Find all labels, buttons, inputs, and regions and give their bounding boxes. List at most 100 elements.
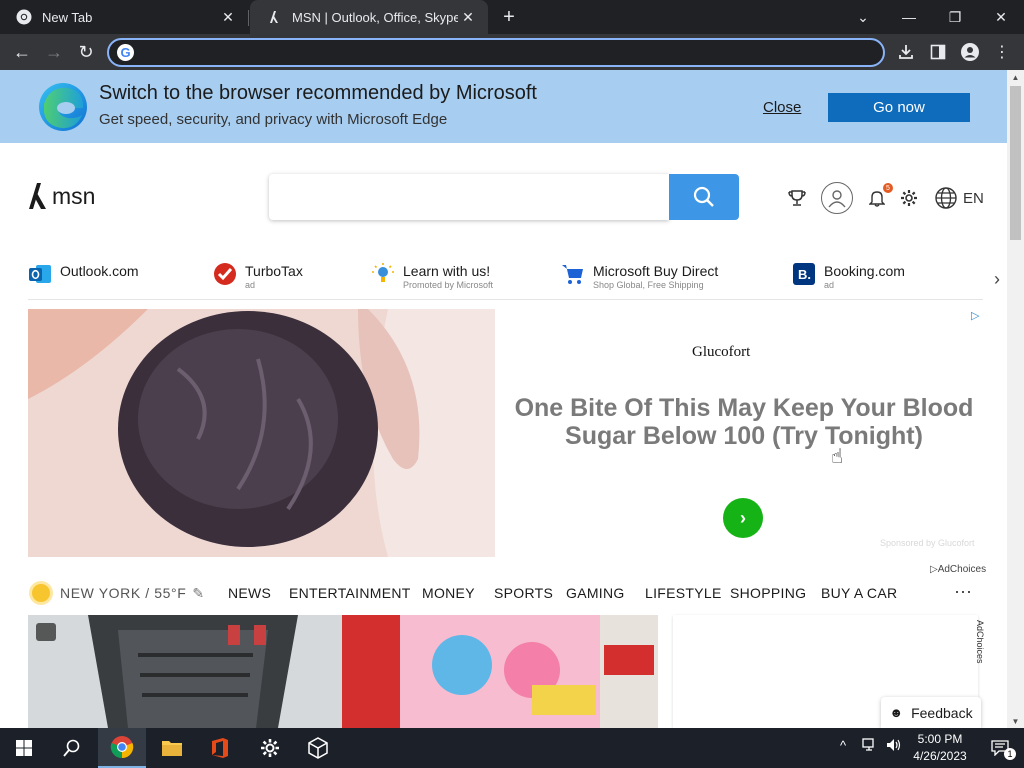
msn-favicon-icon xyxy=(266,9,282,25)
quick-link-label: TurboTax xyxy=(245,263,303,279)
nav-news[interactable]: NEWS xyxy=(228,585,271,601)
new-tab-button[interactable]: + xyxy=(498,6,520,28)
edit-pencil-icon[interactable]: ✎ xyxy=(192,585,204,602)
feedback-button[interactable]: ☻ Feedback xyxy=(881,697,981,728)
news-card-image[interactable] xyxy=(342,615,658,728)
quick-link-sublabel: ad xyxy=(824,280,835,290)
go-now-button[interactable]: Go now xyxy=(828,93,970,122)
nav-gaming[interactable]: GAMING xyxy=(566,585,625,601)
ad-brand: Glucofort xyxy=(692,344,751,360)
ad-info-icon[interactable]: ▷ xyxy=(971,309,979,322)
close-tab-icon[interactable]: ✕ xyxy=(458,7,478,27)
action-center-button[interactable]: 1 xyxy=(976,728,1024,768)
back-button[interactable]: ← xyxy=(8,38,36,66)
quick-link-buy-direct[interactable]: Microsoft Buy Direct Shop Global, Free S… xyxy=(561,262,718,290)
taskbar-search-button[interactable] xyxy=(48,728,96,768)
quick-link-learn[interactable]: Learn with us! Promoted by Microsoft xyxy=(371,262,493,290)
edge-logo-icon xyxy=(39,83,87,131)
taskbar-file-explorer[interactable] xyxy=(148,728,196,768)
download-icon[interactable] xyxy=(894,40,918,64)
tab-msn[interactable]: MSN | Outlook, Office, Skype, Bing ✕ xyxy=(250,0,488,34)
folder-icon xyxy=(162,741,182,756)
quick-link-label: Microsoft Buy Direct xyxy=(593,263,719,279)
msn-logo[interactable]: msn xyxy=(26,181,95,211)
network-icon[interactable] xyxy=(862,738,878,755)
tab-new-tab[interactable]: New Tab ✕ xyxy=(0,0,248,34)
ad-headline[interactable]: One Bite Of This May Keep Your Blood Sug… xyxy=(506,394,982,450)
weather-widget[interactable]: NEW YORK / 55°F ✎ xyxy=(32,584,205,602)
chrome-icon xyxy=(16,9,32,25)
taskbar-3d-viewer[interactable] xyxy=(294,728,342,768)
menu-icon[interactable]: ⋮ xyxy=(990,40,1014,64)
settings-gear-icon[interactable] xyxy=(898,187,920,209)
forward-button[interactable]: → xyxy=(40,38,68,66)
language-globe-icon[interactable] xyxy=(934,186,958,210)
side-panel-icon[interactable] xyxy=(926,40,950,64)
msn-butterfly-icon xyxy=(29,183,46,209)
tab-title: New Tab xyxy=(42,9,93,25)
nav-lifestyle[interactable]: LIFESTYLE xyxy=(645,585,722,601)
user-icon xyxy=(828,190,846,208)
ad-arrow-button[interactable]: › xyxy=(723,498,763,538)
outlook-icon xyxy=(28,262,52,286)
edge-promo-banner: Switch to the browser recommended by Mic… xyxy=(0,70,1007,143)
edge-banner-subtitle: Get speed, security, and privacy with Mi… xyxy=(99,111,448,128)
ad-image[interactable] xyxy=(28,309,495,557)
search-button[interactable] xyxy=(669,174,739,220)
show-hidden-icons-chevron-icon[interactable]: ^ xyxy=(840,738,846,753)
search-input[interactable] xyxy=(269,174,669,220)
edge-close-link[interactable]: Close xyxy=(763,99,801,116)
clock-date: 4/26/2023 xyxy=(913,749,967,763)
reload-button[interactable]: ↻ xyxy=(72,38,100,66)
minimize-button[interactable]: — xyxy=(886,0,932,34)
browser-tab-bar: New Tab ✕ MSN | Outlook, Office, Skype, … xyxy=(0,0,1024,34)
taskbar-chrome[interactable] xyxy=(98,728,146,768)
quick-links-next-chevron-icon[interactable]: › xyxy=(988,264,1006,294)
sign-in-avatar[interactable] xyxy=(821,182,853,214)
settings-gear-icon xyxy=(261,739,279,757)
page-scrollbar[interactable]: ▲ ▼ xyxy=(1007,70,1024,728)
rewards-trophy-icon[interactable] xyxy=(786,187,808,209)
news-card-image[interactable] xyxy=(28,615,342,728)
side-adchoices-label[interactable]: AdChoices xyxy=(975,620,985,664)
quick-link-turbotax[interactable]: TurboTax ad xyxy=(213,262,303,290)
address-input[interactable] xyxy=(143,42,863,63)
restore-button[interactable]: ❐ xyxy=(932,0,978,34)
nav-sports[interactable]: SPORTS xyxy=(494,585,553,601)
office-icon xyxy=(212,738,228,758)
profile-icon[interactable] xyxy=(958,40,982,64)
feedback-icon: ☻ xyxy=(889,705,904,720)
system-clock[interactable]: 5:00 PM 4/26/2023 xyxy=(908,731,972,765)
nav-shopping[interactable]: SHOPPING xyxy=(730,585,806,601)
quick-link-booking[interactable]: B. Booking.com ad xyxy=(792,262,905,290)
quick-link-outlook[interactable]: Outlook.com xyxy=(28,262,139,286)
scroll-up-icon[interactable]: ▲ xyxy=(1007,70,1024,84)
notification-count-badge: 5 xyxy=(883,183,893,193)
quick-link-label: Learn with us! xyxy=(403,263,491,279)
nav-buy-a-car[interactable]: BUY A CAR xyxy=(821,585,897,601)
scrollbar-thumb[interactable] xyxy=(1010,86,1021,240)
taskbar-office[interactable] xyxy=(196,728,244,768)
tab-separator xyxy=(248,10,249,26)
google-icon: G xyxy=(117,44,134,61)
booking-icon: B. xyxy=(792,262,816,286)
taskbar-settings[interactable] xyxy=(246,728,294,768)
nav-money[interactable]: MONEY xyxy=(422,585,475,601)
start-button[interactable] xyxy=(0,728,48,768)
more-options-icon[interactable]: ··· xyxy=(954,581,972,602)
chrome-icon xyxy=(110,736,134,759)
mouse-cursor-icon: ☝ xyxy=(831,446,844,468)
volume-icon[interactable] xyxy=(886,738,902,755)
close-tab-icon[interactable]: ✕ xyxy=(218,7,238,27)
nav-entertainment[interactable]: ENTERTAINMENT xyxy=(289,585,411,601)
lightbulb-icon xyxy=(371,262,395,286)
quick-link-sublabel: Shop Global, Free Shipping xyxy=(593,280,704,290)
adchoices-label[interactable]: ▷AdChoices xyxy=(930,564,986,575)
close-window-button[interactable]: ✕ xyxy=(978,0,1024,34)
quick-link-label: Booking.com xyxy=(824,263,905,279)
scroll-down-icon[interactable]: ▼ xyxy=(1007,714,1024,728)
address-bar[interactable]: G xyxy=(107,38,885,67)
language-label[interactable]: EN xyxy=(963,190,984,207)
tab-search-chevron-icon[interactable]: ⌄ xyxy=(840,0,886,34)
search-icon xyxy=(63,739,80,757)
